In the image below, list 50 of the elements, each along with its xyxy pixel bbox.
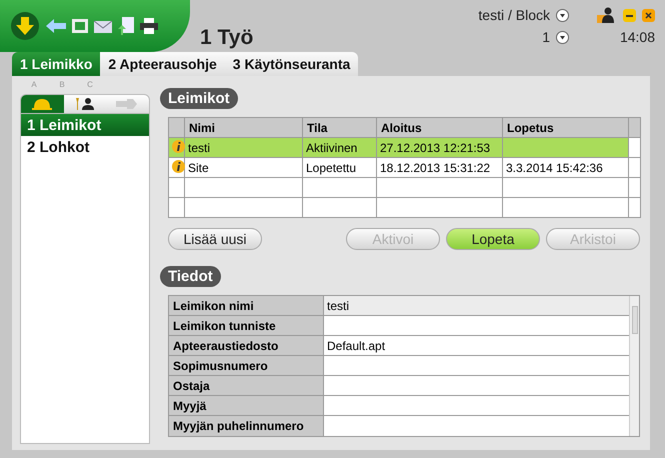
sidebar-item[interactable]: 2 Lohkot bbox=[21, 136, 149, 158]
section-title: Leimikot bbox=[160, 88, 238, 109]
table-cell: Aktiivinen bbox=[302, 138, 376, 158]
field-label: Apteeraustiedosto bbox=[169, 336, 324, 355]
table-cell: 27.12.2013 12:21:53 bbox=[376, 138, 502, 158]
dropdown-icon[interactable] bbox=[556, 30, 569, 44]
column-letter: C bbox=[86, 80, 94, 91]
document-import-icon[interactable] bbox=[118, 17, 134, 35]
field-label: Leimikon tunniste bbox=[169, 316, 324, 335]
table-cell: Lopetettu bbox=[302, 158, 376, 178]
minimize-icon[interactable] bbox=[623, 8, 636, 22]
hard-hat-icon bbox=[31, 97, 54, 111]
column-header: Aloitus bbox=[376, 118, 502, 138]
column-header: Lopetus bbox=[502, 118, 628, 138]
sidebar-item[interactable]: 1 Leimikot bbox=[21, 114, 149, 136]
field-label: Myyjän puhelinnumero bbox=[169, 416, 324, 436]
column-letter: B bbox=[58, 80, 66, 91]
table-cell: testi bbox=[184, 138, 302, 158]
tab[interactable]: 2 Apteerausohje bbox=[100, 52, 225, 76]
action-button[interactable]: Lisää uusi bbox=[168, 228, 262, 250]
tab[interactable]: 1 Leimikko bbox=[12, 52, 100, 76]
info-icon[interactable] bbox=[172, 160, 185, 172]
tools-person-icon bbox=[73, 97, 97, 111]
person-icon[interactable] bbox=[597, 7, 615, 23]
column-letter: A bbox=[30, 80, 38, 91]
user-label: testi / Block bbox=[478, 7, 550, 23]
envelope-icon[interactable] bbox=[94, 18, 112, 34]
table-cell: Site bbox=[184, 158, 302, 178]
dropdown-icon[interactable] bbox=[556, 8, 569, 22]
section-title: Tiedot bbox=[160, 266, 221, 287]
column-header: Tila bbox=[302, 118, 376, 138]
table-cell: 3.3.2014 15:42:36 bbox=[502, 158, 628, 178]
scrollbar[interactable] bbox=[629, 296, 639, 436]
table-cell: 18.12.2013 15:31:22 bbox=[376, 158, 502, 178]
field-label: Ostaja bbox=[169, 376, 324, 395]
number-label: 1 bbox=[542, 29, 550, 45]
info-icon[interactable] bbox=[172, 140, 185, 152]
field-label: Myyjä bbox=[169, 396, 324, 415]
field-label: Leimikon nimi bbox=[169, 296, 324, 315]
column-header: Nimi bbox=[184, 118, 302, 138]
clock-time: 14:08 bbox=[620, 29, 655, 45]
close-icon[interactable] bbox=[642, 8, 655, 22]
tab[interactable]: 3 Käytönseuranta bbox=[224, 52, 358, 76]
page-title: 1 Työ bbox=[200, 26, 254, 51]
field-value[interactable]: testi bbox=[324, 296, 629, 315]
action-button[interactable]: Lopeta bbox=[446, 228, 540, 250]
field-label: Sopimusnumero bbox=[169, 356, 324, 375]
printer-icon[interactable] bbox=[140, 18, 158, 34]
film-icon[interactable] bbox=[72, 18, 88, 34]
download-icon[interactable] bbox=[10, 11, 40, 41]
